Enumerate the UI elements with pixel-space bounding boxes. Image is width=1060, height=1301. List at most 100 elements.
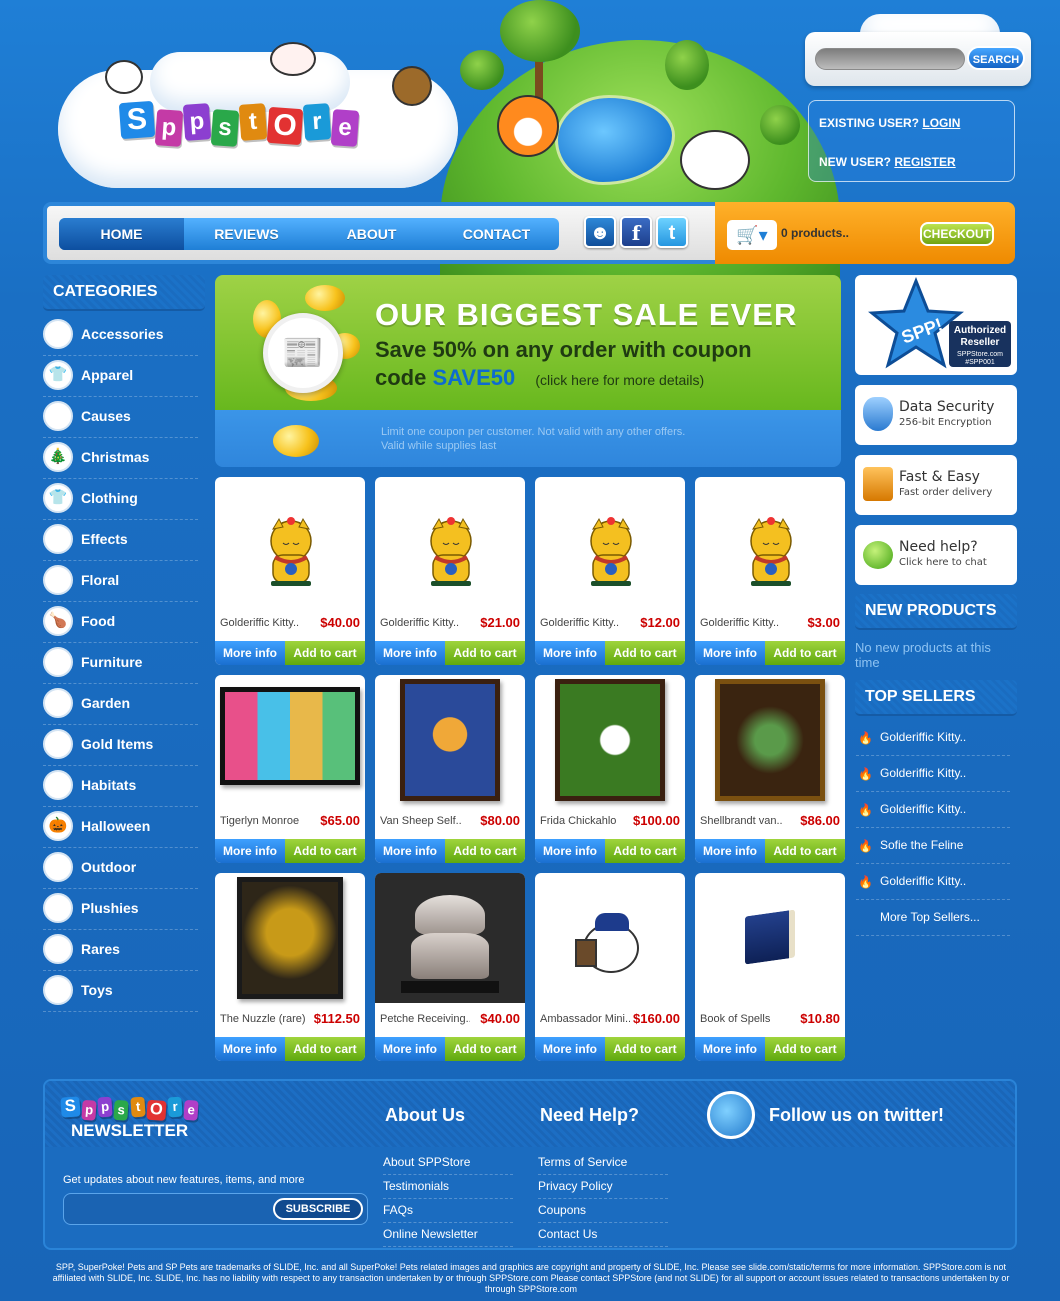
category-item[interactable]: 👕 Apparel (43, 356, 198, 397)
sale-banner[interactable]: 📰 OUR BIGGEST SALE EVER Save 50% on any … (215, 275, 841, 467)
need-help-box[interactable]: Need help? Click here to chat (855, 525, 1017, 585)
add-to-cart-button[interactable]: Add to cart (765, 641, 845, 665)
product-name[interactable]: Frida Chickahlo (540, 815, 630, 827)
facebook-icon[interactable]: f (620, 216, 652, 248)
top-seller-label[interactable]: Golderiffic Kitty.. (880, 766, 966, 780)
more-info-button[interactable]: More info (215, 641, 285, 665)
klimt-image[interactable] (215, 873, 365, 1003)
cart-icon[interactable]: 🛒▾ (727, 220, 777, 250)
category-item[interactable]: ☺ Toys (43, 971, 198, 1012)
product-name[interactable]: Shellbrandt van.. (700, 815, 790, 827)
product-name[interactable]: Golderiffic Kitty.. (540, 617, 630, 629)
category-item[interactable]: 🎄 Christmas (43, 438, 198, 479)
category-item[interactable]: ⌂ Habitats (43, 766, 198, 807)
search-input[interactable] (815, 48, 965, 70)
add-to-cart-button[interactable]: Add to cart (765, 839, 845, 863)
more-info-button[interactable]: More info (215, 1037, 285, 1061)
help-link[interactable]: Privacy Policy (538, 1175, 668, 1199)
help-link[interactable]: Terms of Service (538, 1151, 668, 1175)
product-name[interactable]: Petche Receiving.. (380, 1013, 470, 1025)
statue-image[interactable] (375, 873, 525, 1003)
add-to-cart-button[interactable]: Add to cart (285, 839, 365, 863)
add-to-cart-button[interactable]: Add to cart (445, 641, 525, 665)
tab-reviews[interactable]: REVIEWS (184, 218, 309, 250)
top-seller-label[interactable]: Golderiffic Kitty.. (880, 730, 966, 744)
category-item[interactable]: ◆ Gold Items (43, 725, 198, 766)
monroe-image[interactable] (215, 675, 365, 805)
twitter-follow[interactable]: Follow us on twitter! (769, 1105, 944, 1126)
reseller-badge[interactable]: SPP! Authorized Reseller SPPStore.com #S… (855, 275, 1017, 375)
more-info-button[interactable]: More info (535, 839, 605, 863)
product-name[interactable]: Ambassador Mini.. (540, 1013, 630, 1025)
book-image[interactable] (695, 873, 845, 1003)
category-item[interactable]: 🍗 Food (43, 602, 198, 643)
category-item[interactable]: ◔ Accessories (43, 315, 198, 356)
vangogh-image[interactable] (375, 675, 525, 805)
product-name[interactable]: Golderiffic Kitty.. (380, 617, 470, 629)
top-seller-label[interactable]: Golderiffic Kitty.. (880, 874, 966, 888)
kitty-image[interactable] (695, 477, 845, 607)
category-item[interactable]: ● Plushies (43, 889, 198, 930)
site-logo[interactable]: SppstOre (118, 100, 360, 147)
more-info-button[interactable]: More info (375, 1037, 445, 1061)
about-link[interactable]: About SPPStore (383, 1151, 513, 1175)
category-item[interactable]: R Rares (43, 930, 198, 971)
more-info-button[interactable]: More info (215, 839, 285, 863)
rembrandt-image[interactable] (695, 675, 845, 805)
top-seller-item[interactable]: 🔥 Golderiffic Kitty.. (856, 864, 1010, 900)
product-name[interactable]: Golderiffic Kitty.. (700, 617, 790, 629)
top-seller-item[interactable]: 🔥 Golderiffic Kitty.. (856, 756, 1010, 792)
more-info-button[interactable]: More info (535, 641, 605, 665)
fast-easy-box[interactable]: Fast & Easy Fast order delivery (855, 455, 1017, 515)
product-name[interactable]: Tigerlyn Monroe (220, 815, 310, 827)
ambassador-image[interactable] (535, 873, 685, 1003)
add-to-cart-button[interactable]: Add to cart (445, 1037, 525, 1061)
category-item[interactable]: ✿ Effects (43, 520, 198, 561)
tab-about[interactable]: ABOUT (309, 218, 434, 250)
about-link[interactable]: Online Newsletter (383, 1223, 513, 1247)
more-top-sellers-link[interactable]: More Top Sellers... (880, 910, 980, 924)
category-item[interactable]: ☀ Floral (43, 561, 198, 602)
top-seller-item[interactable]: 🔥 Golderiffic Kitty.. (856, 792, 1010, 828)
category-item[interactable]: ♣ Garden (43, 684, 198, 725)
category-item[interactable]: 🎃 Halloween (43, 807, 198, 848)
product-name[interactable]: Golderiffic Kitty.. (220, 617, 310, 629)
about-link[interactable]: Testimonials (383, 1175, 513, 1199)
more-info-button[interactable]: More info (695, 1037, 765, 1061)
help-link[interactable]: Contact Us (538, 1223, 668, 1247)
add-to-cart-button[interactable]: Add to cart (445, 839, 525, 863)
top-seller-item[interactable]: 🔥 Sofie the Feline (856, 828, 1010, 864)
add-to-cart-button[interactable]: Add to cart (605, 839, 685, 863)
tab-home[interactable]: HOME (59, 218, 184, 250)
frida-image[interactable] (535, 675, 685, 805)
about-link[interactable]: FAQs (383, 1199, 513, 1223)
category-item[interactable]: ◠ Outdoor (43, 848, 198, 889)
more-info-button[interactable]: More info (375, 839, 445, 863)
twitter-bird-icon[interactable] (707, 1091, 755, 1139)
more-info-button[interactable]: More info (375, 641, 445, 665)
more-info-button[interactable]: More info (535, 1037, 605, 1061)
add-to-cart-button[interactable]: Add to cart (285, 641, 365, 665)
kitty-image[interactable] (215, 477, 365, 607)
category-item[interactable]: 👕 Clothing (43, 479, 198, 520)
search-button[interactable]: SEARCH (967, 46, 1025, 70)
top-seller-label[interactable]: Golderiffic Kitty.. (880, 802, 966, 816)
product-name[interactable]: Van Sheep Self.. (380, 815, 470, 827)
kitty-image[interactable] (535, 477, 685, 607)
twitter-icon[interactable]: t (656, 216, 688, 248)
checkout-button[interactable]: CHECKOUT (920, 222, 994, 246)
login-link[interactable]: LOGIN (922, 116, 960, 130)
more-top-sellers[interactable]: More Top Sellers... (856, 900, 1010, 936)
myspace-icon[interactable]: ☻ (584, 216, 616, 248)
more-info-button[interactable]: More info (695, 839, 765, 863)
subscribe-button[interactable]: SUBSCRIBE (273, 1198, 363, 1220)
category-item[interactable]: 🎗 Causes (43, 397, 198, 438)
add-to-cart-button[interactable]: Add to cart (285, 1037, 365, 1061)
register-link[interactable]: REGISTER (894, 155, 955, 169)
banner-details-link[interactable]: (click here for more details) (535, 372, 704, 388)
more-info-button[interactable]: More info (695, 641, 765, 665)
data-security-box[interactable]: Data Security 256-bit Encryption (855, 385, 1017, 445)
add-to-cart-button[interactable]: Add to cart (605, 1037, 685, 1061)
top-seller-label[interactable]: Sofie the Feline (880, 838, 963, 852)
help-link[interactable]: Coupons (538, 1199, 668, 1223)
